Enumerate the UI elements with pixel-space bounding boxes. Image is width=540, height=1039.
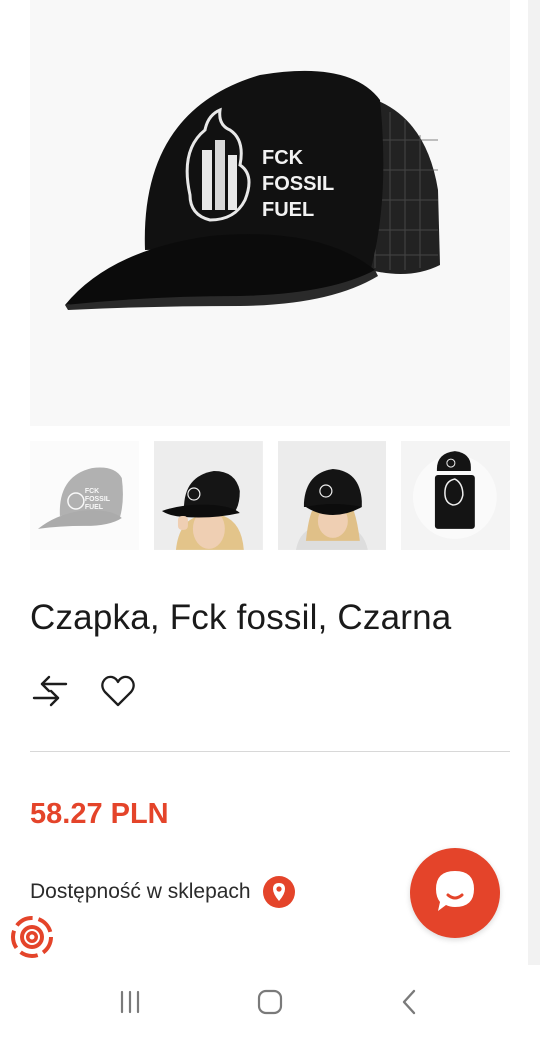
home-button[interactable] <box>240 977 300 1027</box>
location-pin-icon <box>262 876 295 908</box>
cap-thumbnail-image: FCK FOSSIL FUEL <box>30 441 139 550</box>
product-actions <box>30 672 140 710</box>
heart-icon <box>101 675 135 707</box>
recent-apps-icon <box>120 990 140 1014</box>
compare-arrows-icon <box>32 675 68 707</box>
back-button[interactable] <box>380 977 440 1027</box>
svg-text:FCK: FCK <box>85 488 99 495</box>
cap-image: FCK FOSSIL FUEL <box>30 0 510 426</box>
back-icon <box>402 989 416 1015</box>
product-price: 58.27 PLN <box>30 798 169 830</box>
thumbnail-3[interactable] <box>277 441 387 550</box>
svg-text:FOSSIL: FOSSIL <box>262 173 334 195</box>
home-icon <box>257 989 283 1015</box>
wishlist-button[interactable] <box>100 672 140 710</box>
store-availability-link[interactable]: Dostępność w sklepach <box>30 876 295 908</box>
section-divider <box>30 751 510 752</box>
chat-bubble-icon <box>436 871 474 911</box>
model-thumbnail-image <box>153 441 263 550</box>
product-main-image[interactable]: FCK FOSSIL FUEL <box>30 0 510 426</box>
product-title: Czapka, Fck fossil, Czarna <box>30 598 452 637</box>
recycle-badge-icon <box>11 916 53 958</box>
model-thumbnail-image <box>277 441 387 550</box>
availability-label: Dostępność w sklepach <box>30 880 251 903</box>
recent-apps-button[interactable] <box>100 977 160 1027</box>
thumbnail-2[interactable] <box>153 441 263 550</box>
brand-badge-icon[interactable] <box>10 915 54 959</box>
svg-text:FUEL: FUEL <box>85 504 104 511</box>
cap-hoodie-thumbnail-image <box>401 441 510 550</box>
thumbnail-4[interactable] <box>401 441 510 550</box>
scroll-edge <box>528 0 540 965</box>
compare-button[interactable] <box>30 672 70 710</box>
system-navigation-bar <box>0 965 540 1039</box>
svg-text:FOSSIL: FOSSIL <box>85 496 111 503</box>
thumbnail-gallery: FCK FOSSIL FUEL <box>30 441 510 551</box>
chat-button[interactable] <box>410 848 500 938</box>
thumbnail-1[interactable]: FCK FOSSIL FUEL <box>30 441 139 550</box>
svg-text:FCK: FCK <box>262 147 304 169</box>
svg-text:FUEL: FUEL <box>262 199 314 221</box>
